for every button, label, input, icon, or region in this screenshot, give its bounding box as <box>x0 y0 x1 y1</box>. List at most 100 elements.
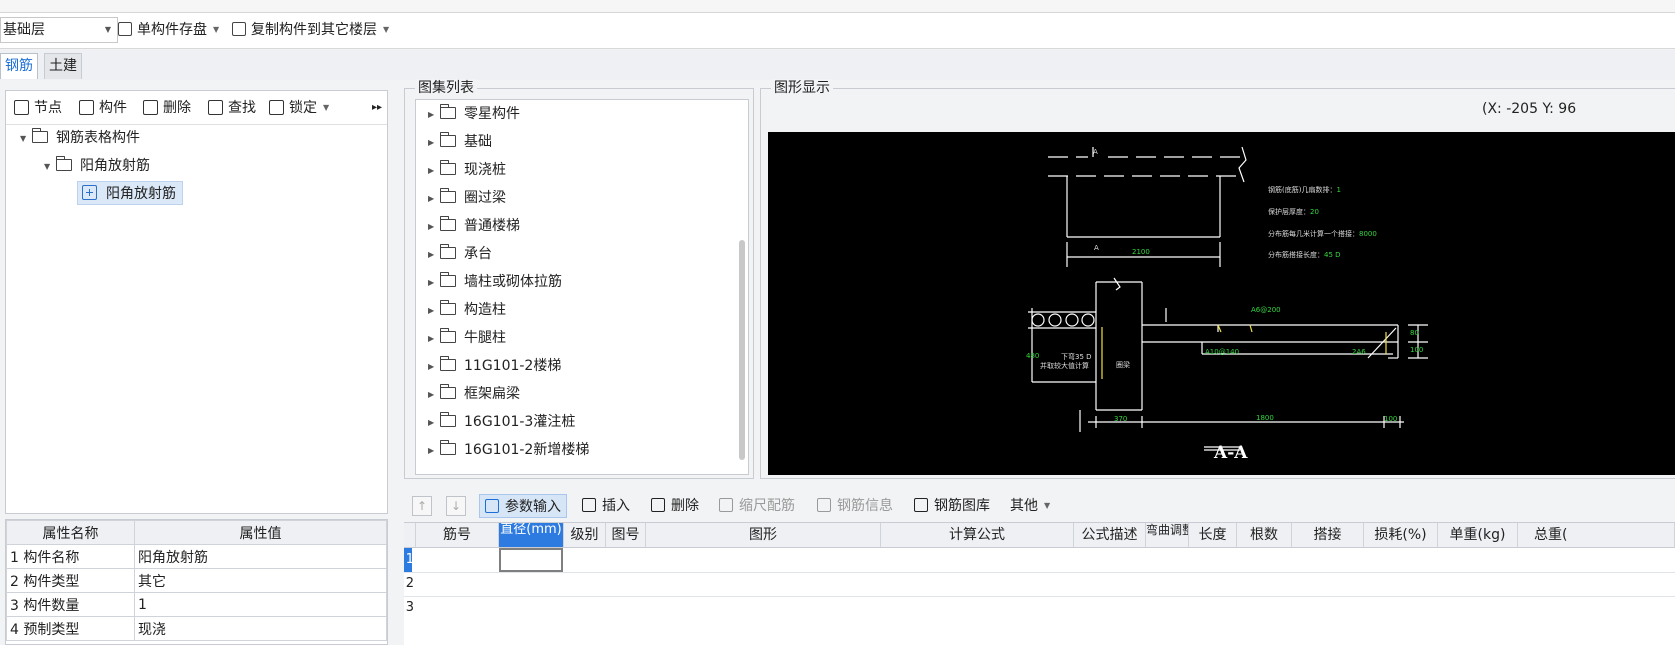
list-item[interactable]: ▶ 墙柱或砌体拉筋 <box>428 270 562 294</box>
prop-value[interactable]: 现浇 <box>134 616 387 641</box>
add-component-button[interactable]: 构件 <box>79 98 127 118</box>
grid-header[interactable]: 图形 <box>646 523 881 548</box>
expand-icon[interactable]: ▶ <box>428 439 440 463</box>
expand-icon[interactable]: ▶ <box>428 243 440 267</box>
scale-rebar-button[interactable]: 缩尺配筋 <box>719 494 795 518</box>
move-up-icon[interactable]: ↑ <box>412 496 432 516</box>
dim-label: A <box>1094 244 1099 252</box>
chevron-down-icon[interactable]: ▼ <box>323 103 329 112</box>
dim-label: 圈梁 <box>1116 360 1130 369</box>
list-item-label: 承台 <box>464 246 492 262</box>
grid-header[interactable]: 弯曲调整 <box>1146 523 1189 548</box>
list-item[interactable]: ▶ 基础 <box>428 130 492 154</box>
list-item[interactable]: ▶ 牛腿柱 <box>428 326 506 350</box>
lock-button[interactable]: 锁定 ▼ <box>269 98 329 118</box>
list-item[interactable]: ▶ 11G101-2楼梯 <box>428 354 561 378</box>
grid-header[interactable]: 筋号 <box>416 523 499 548</box>
grid-header[interactable]: 公式描述 <box>1074 523 1146 548</box>
save-icon <box>118 22 132 36</box>
expand-icon[interactable]: ▶ <box>428 299 440 323</box>
list-item-label: 16G101-2新增楼梯 <box>464 442 590 458</box>
save-component-button[interactable]: 单构件存盘 ▼ <box>118 17 219 43</box>
tree-node-radial-item[interactable]: 阳角放射筋 <box>77 181 183 205</box>
dim-label: A <box>1093 148 1098 156</box>
expand-icon[interactable]: ▼ <box>20 127 32 151</box>
grid-header[interactable]: 长度 <box>1189 523 1237 548</box>
tree-node-radial-group[interactable]: ▼ 阳角放射筋 <box>44 154 150 178</box>
folder-icon <box>440 160 456 175</box>
expand-icon[interactable]: ▶ <box>428 327 440 351</box>
coordinate-readout: (X: -205 Y: 96 <box>1482 101 1577 117</box>
list-item[interactable]: ▶ 普通楼梯 <box>428 214 520 238</box>
list-item[interactable]: ▶ 构造柱 <box>428 298 506 322</box>
copy-to-floor-button[interactable]: 复制构件到其它楼层 ▼ <box>232 17 389 43</box>
tab-civil[interactable]: 土建 <box>44 53 82 79</box>
list-item-label: 框架扁梁 <box>464 386 520 402</box>
expand-icon[interactable]: ▶ <box>428 103 440 127</box>
copy-to-floor-label: 复制构件到其它楼层 <box>251 22 377 38</box>
expand-icon[interactable]: ▶ <box>428 271 440 295</box>
expand-icon[interactable]: ▶ <box>428 411 440 435</box>
move-down-icon[interactable]: ↓ <box>446 496 466 516</box>
list-item[interactable]: ▶ 16G101-2新增楼梯 <box>428 438 589 462</box>
table-row[interactable]: 1 构件名称 阳角放射筋 <box>6 544 387 569</box>
list-item[interactable]: ▶ 圈过梁 <box>428 186 506 210</box>
grid-header[interactable]: 根数 <box>1237 523 1292 548</box>
rebar-info-button[interactable]: 钢筋信息 <box>817 494 893 518</box>
dim-label: A6@200 <box>1251 306 1281 314</box>
prop-value[interactable]: 其它 <box>134 568 387 593</box>
add-component-label: 构件 <box>99 100 127 116</box>
insert-button[interactable]: 插入 <box>582 494 630 518</box>
chevron-down-icon[interactable]: ▼ <box>213 25 219 34</box>
expand-icon[interactable]: ▶ <box>428 215 440 239</box>
row-number: 4 <box>10 621 19 638</box>
grid-header[interactable]: 损耗(%) <box>1364 523 1438 548</box>
expand-icon[interactable]: ▶ <box>428 159 440 183</box>
tab-rebar[interactable]: 钢筋 <box>0 53 38 79</box>
grid-header[interactable]: 图号 <box>606 523 646 548</box>
expand-icon[interactable]: ▶ <box>428 131 440 155</box>
grid-header[interactable]: 搭接 <box>1292 523 1364 548</box>
param-input-button[interactable]: 参数输入 <box>479 494 567 518</box>
diameter-cell-selected[interactable] <box>499 548 563 572</box>
find-button[interactable]: 查找 <box>208 98 256 118</box>
list-item-label: 圈过梁 <box>464 190 506 206</box>
prop-value[interactable]: 阳角放射筋 <box>134 544 387 569</box>
grid-header[interactable]: 总重( <box>1518 523 1675 548</box>
row-number: 3 <box>405 600 414 615</box>
expand-icon[interactable]: ▶ <box>428 383 440 407</box>
add-node-button[interactable]: 节点 <box>14 98 62 118</box>
grid-header[interactable]: 直径(mm) <box>499 523 564 548</box>
list-item[interactable]: ▶ 现浇桩 <box>428 158 506 182</box>
folder-icon <box>440 216 456 231</box>
grid-header[interactable]: 级别 <box>564 523 606 548</box>
tree-node-rebar-table[interactable]: ▼ 钢筋表格构件 <box>20 126 140 150</box>
grid-header[interactable]: 单重(kg) <box>1438 523 1518 548</box>
more-tools-icon[interactable]: ▸▸ <box>372 98 382 118</box>
delete-button[interactable]: 删除 <box>143 98 191 118</box>
table-row[interactable]: 3 构件数量 1 <box>6 592 387 617</box>
delete-row-button[interactable]: 删除 <box>651 494 699 518</box>
other-menu-button[interactable]: 其他 ▼ <box>1010 494 1050 518</box>
drawing-canvas[interactable]: A A 钢筋(底筋)几扇数排：1 保护层厚度：20 分布筋每几米计算一个搭接：8… <box>768 132 1675 475</box>
table-row[interactable]: 2 构件类型 其它 <box>6 568 387 593</box>
list-item[interactable]: ▶ 框架扁梁 <box>428 382 520 406</box>
grid-header[interactable]: 计算公式 <box>881 523 1074 548</box>
prop-value[interactable]: 1 <box>134 592 387 617</box>
list-item[interactable]: ▶ 零星构件 <box>428 102 520 126</box>
rebar-library-button[interactable]: 钢筋图库 <box>914 494 990 518</box>
prop-name: 1 构件名称 <box>6 544 135 569</box>
properties-table: 属性名称 属性值 1 构件名称 阳角放射筋 2 构件类型 其它 3 构件数量 1… <box>6 520 387 641</box>
list-item[interactable]: ▶ 承台 <box>428 242 492 266</box>
folder-icon <box>32 128 48 143</box>
expand-icon[interactable]: ▶ <box>428 187 440 211</box>
expand-icon[interactable]: ▶ <box>428 355 440 379</box>
list-item[interactable]: ▶ 16G101-3灌注桩 <box>428 410 575 434</box>
expand-icon[interactable]: ▼ <box>44 155 56 179</box>
atlas-scrollbar[interactable] <box>739 240 745 460</box>
list-item-label: 墙柱或砌体拉筋 <box>464 274 562 290</box>
chevron-down-icon[interactable]: ▼ <box>383 25 389 34</box>
table-row[interactable]: 4 预制类型 现浇 <box>6 616 387 641</box>
floor-select[interactable]: 基础层 ▼ <box>0 17 118 43</box>
dim-label: 370 <box>1114 415 1127 423</box>
